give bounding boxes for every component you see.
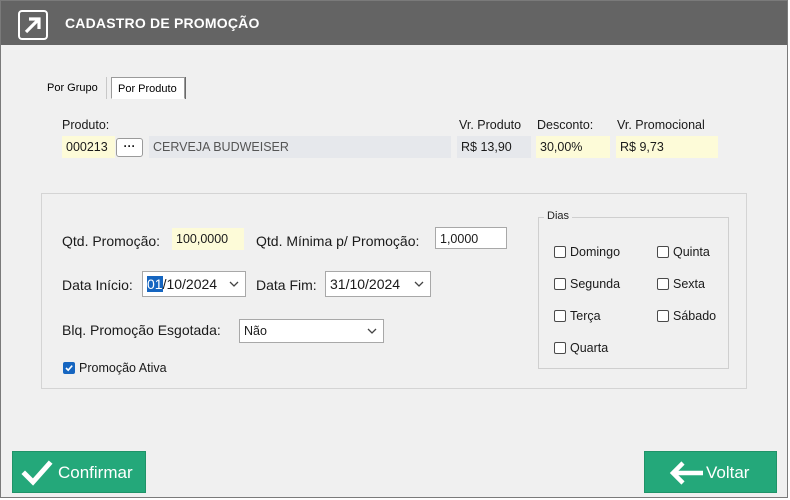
day-label-segunda: Segunda — [570, 277, 621, 291]
chevron-down-icon[interactable] — [365, 324, 379, 338]
day-label-terca: Terça — [570, 309, 601, 323]
discount-label: Desconto: — [537, 118, 594, 132]
confirm-button[interactable]: Confirmar — [12, 451, 146, 493]
min-qty-field[interactable]: 1,0000 — [435, 227, 507, 249]
arrow-up-right-icon — [18, 10, 48, 40]
days-title: Dias — [544, 210, 573, 222]
chevron-down-icon[interactable] — [412, 277, 426, 291]
discount-field[interactable]: 30,00% — [536, 136, 610, 158]
tab-por-grupo[interactable]: Por Grupo — [41, 77, 107, 99]
confirm-button-label: Confirmar — [58, 463, 133, 482]
day-checkbox-terca[interactable] — [554, 310, 566, 322]
day-checkbox-quarta[interactable] — [554, 342, 566, 354]
end-date-label: Data Fim: — [256, 277, 317, 293]
promo-price-field[interactable]: R$ 9,73 — [616, 136, 718, 158]
product-description-field: CERVEJA BUDWEISER — [149, 136, 451, 158]
day-label-sabado: Sábado — [673, 309, 717, 323]
day-checkbox-sabado[interactable] — [657, 310, 669, 322]
qty-label: Qtd. Promoção: — [62, 233, 161, 249]
day-checkbox-segunda[interactable] — [554, 278, 566, 290]
price-field: R$ 13,90 — [457, 136, 531, 158]
product-label: Produto: — [62, 118, 110, 132]
back-button[interactable]: Voltar — [644, 451, 777, 493]
product-search-button[interactable]: ··· — [116, 138, 143, 157]
end-date-picker[interactable]: 31/10/2024 — [325, 271, 431, 297]
block-label: Blq. Promoção Esgotada: — [62, 322, 221, 338]
day-label-quarta: Quarta — [570, 341, 609, 355]
start-date-selected-part: 01 — [147, 276, 163, 292]
back-button-label: Voltar — [706, 463, 750, 482]
title-bar: CADASTRO DE PROMOÇÃO — [1, 1, 787, 45]
qty-field[interactable]: 100,0000 — [172, 228, 244, 250]
block-select[interactable]: Não — [239, 319, 384, 343]
day-label-quinta: Quinta — [673, 245, 710, 259]
promo-price-label: Vr. Promocional — [617, 118, 705, 132]
product-code-field[interactable]: 000213 — [62, 136, 115, 158]
start-date-rest: /10/2024 — [162, 276, 218, 292]
chevron-down-icon[interactable] — [227, 277, 241, 291]
day-checkbox-quinta[interactable] — [657, 246, 669, 258]
day-checkbox-domingo[interactable] — [554, 246, 566, 258]
price-label: Vr. Produto — [459, 118, 522, 132]
start-date-picker[interactable]: 01/10/2024 — [142, 271, 246, 297]
end-date-value: 31/10/2024 — [330, 276, 401, 292]
active-checkbox[interactable] — [63, 362, 75, 374]
tab-por-produto[interactable]: Por Produto — [111, 77, 185, 99]
min-qty-label: Qtd. Mínima p/ Promoção: — [256, 233, 420, 249]
active-checkbox-label: Promoção Ativa — [79, 361, 167, 375]
block-select-value: Não — [244, 324, 267, 338]
days-groupbox — [538, 217, 729, 369]
arrow-left-icon — [669, 461, 703, 485]
window-title: CADASTRO DE PROMOÇÃO — [65, 15, 260, 31]
check-icon — [21, 460, 53, 486]
day-label-domingo: Domingo — [570, 245, 621, 259]
start-date-label: Data Início: — [62, 277, 133, 293]
promotion-window: CADASTRO DE PROMOÇÃO Por Grupo Por Produ… — [0, 0, 788, 498]
day-label-sexta: Sexta — [673, 277, 705, 291]
day-checkbox-sexta[interactable] — [657, 278, 669, 290]
